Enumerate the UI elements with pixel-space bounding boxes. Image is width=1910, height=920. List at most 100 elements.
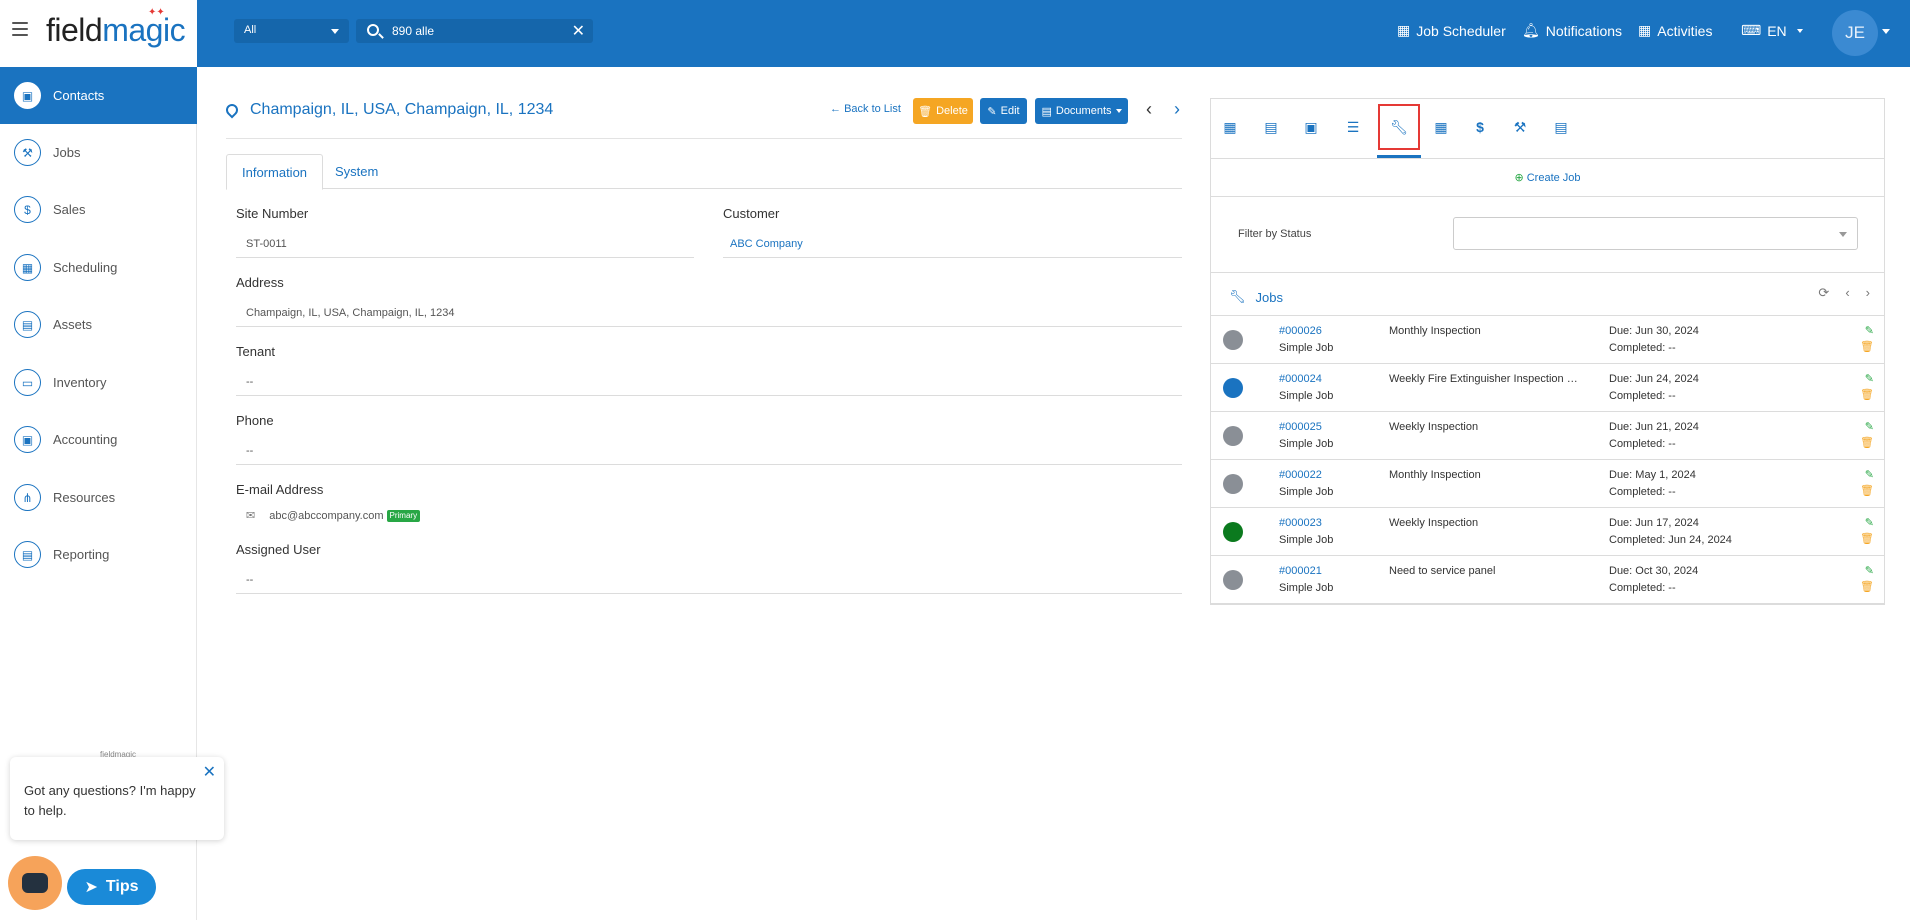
envelope-icon: ✉ [246,510,256,522]
job-number-link[interactable]: #000021 [1279,565,1322,577]
edit-pencil-icon[interactable]: ✎ [1865,468,1874,481]
tools-icon[interactable]: ⚒ [1508,119,1532,139]
wrench-icon[interactable]: 🔧︎ [1387,119,1411,139]
related-panel: ▦ ▤ ▣ ☰ 🔧︎ ▦ $ ⚒ ▤ ⊕ Create Job Filter b… [1210,98,1885,605]
trash-icon[interactable]: 🗑︎ [1860,388,1874,401]
trash-icon[interactable]: 🗑︎ [1860,340,1874,353]
job-number-link[interactable]: #000023 [1279,517,1322,529]
sidebar-item-sales[interactable]: $ Sales [0,181,197,238]
contact-card-icon[interactable]: ▣ [1299,119,1323,139]
calendar-icon: ▦ [1397,22,1411,38]
search-scope-select[interactable]: All [234,19,349,43]
chevron-left-icon[interactable]: ‹ [1845,285,1849,301]
job-due-date: Due: Jun 17, 2024 [1609,517,1699,529]
phone-value: -- [236,437,1182,465]
trash-icon[interactable]: 🗑︎ [1860,532,1874,545]
sidebar-item-reporting[interactable]: ▤ Reporting [0,526,197,583]
sidebar-item-jobs[interactable]: ⚒ Jobs [0,124,197,181]
activities-label: Activities [1657,22,1713,39]
job-type: Simple Job [1279,342,1334,354]
job-number-link[interactable]: #000026 [1279,325,1322,337]
language-label: EN [1767,22,1787,39]
edit-button[interactable]: ✎ Edit [980,98,1027,124]
job-row[interactable]: #000022 Simple Job Monthly Inspection Due: … [1211,460,1884,508]
edit-pencil-icon[interactable]: ✎ [1865,420,1874,433]
chat-launcher-button[interactable] [8,856,62,910]
language-select[interactable]: ⌨ EN [1741,22,1803,39]
tab-information[interactable]: Information [226,154,324,190]
job-completed-date: Completed: -- [1609,438,1676,450]
calendar-alt-icon[interactable]: ▦ [1429,119,1453,139]
email-value[interactable]: abc@abccompany.com [269,510,383,522]
trash-icon[interactable]: 🗑︎ [1860,484,1874,497]
previous-record-icon[interactable]: ‹ [1146,99,1152,120]
user-avatar[interactable]: JE [1832,10,1878,56]
customer-label: Customer [723,206,780,221]
list-icon[interactable]: ☰ [1341,119,1365,139]
sidebar-item-accounting[interactable]: ▣ Accounting [0,411,197,468]
edit-pencil-icon[interactable]: ✎ [1865,372,1874,385]
job-row[interactable]: #000025 Simple Job Weekly Inspection Due: J… [1211,412,1884,460]
activities-link[interactable]: ▦ Activities [1638,22,1712,39]
search-icon [367,24,379,36]
chat-prompt-bubble: ✕ Got any questions? I'm happy to help. [10,757,224,840]
back-to-list-link[interactable]: ← Back to List [830,103,901,115]
customer-link[interactable]: ABC Company [723,230,1182,258]
page-title-text: Champaign, IL, USA, Champaign, IL, 1234 [250,101,554,118]
edit-icon: ✎ [987,105,997,118]
filter-by-status-label: Filter by Status [1238,228,1312,240]
edit-pencil-icon[interactable]: ✎ [1865,516,1874,529]
sidebar-item-inventory[interactable]: ▭ Inventory [0,354,197,411]
job-due-date: Due: May 1, 2024 [1609,469,1696,481]
notifications-link[interactable]: 🔔︎ Notifications [1522,22,1622,39]
tips-button[interactable]: ➤ Tips [67,869,156,905]
sidebar-item-assets[interactable]: ▤ Assets [0,296,197,353]
trash-icon[interactable]: 🗑︎ [1860,580,1874,593]
trash-icon[interactable]: 🗑︎ [1860,436,1874,449]
next-record-icon[interactable]: › [1174,99,1180,120]
job-number-link[interactable]: #000024 [1279,373,1322,385]
clear-search-icon[interactable]: ✕ [572,21,585,41]
chevron-down-icon [1796,28,1803,33]
job-completed-date: Completed: -- [1609,390,1676,402]
dollar-icon[interactable]: $ [1468,119,1492,139]
logo-text-magic: magic [102,12,186,48]
job-description: Weekly Inspection [1389,421,1479,433]
sidebar-item-label: Inventory [53,375,107,390]
job-scheduler-link[interactable]: ▦ Job Scheduler [1397,22,1506,39]
job-row[interactable]: #000026 Simple Job Monthly Inspection Due: … [1211,316,1884,364]
edit-pencil-icon[interactable]: ✎ [1865,324,1874,337]
tab-system[interactable]: System [320,154,393,190]
assigned-user-value: -- [236,566,1182,594]
chevron-down-icon[interactable] [1882,29,1890,34]
wrench-icon: ⚒ [14,139,41,166]
chevron-right-icon[interactable]: › [1866,285,1870,301]
job-row[interactable]: #000021 Simple Job Need to service panel Du… [1211,556,1884,604]
calendar-icon: ▦ [1638,22,1652,38]
delete-button[interactable]: 🗑︎ Delete [913,98,973,124]
documents-label: Documents [1055,105,1112,117]
sidebar-item-resources[interactable]: ⋔ Resources [0,469,197,526]
refresh-icon[interactable]: ⟳ [1818,285,1829,301]
documents-button[interactable]: ▤ Documents [1035,98,1128,124]
job-number-link[interactable]: #000022 [1279,469,1322,481]
sidebar-item-scheduling[interactable]: ▦ Scheduling [0,239,197,296]
document-icon[interactable]: ▤ [1259,119,1283,139]
invoice-icon[interactable]: ▤ [1549,119,1573,139]
hamburger-menu-icon[interactable] [12,22,28,36]
sidebar-item-contacts[interactable]: ▣ Contacts [0,67,197,124]
logo-sparkle-icon: ✦✦ [148,7,165,18]
job-number-link[interactable]: #000025 [1279,421,1322,433]
calendar-icon[interactable]: ▦ [1218,119,1242,139]
job-row[interactable]: #000023 Simple Job Weekly Inspection Due: J… [1211,508,1884,556]
address-value: Champaign, IL, USA, Champaign, IL, 1234 [236,299,1182,327]
status-filter-select[interactable] [1453,217,1858,250]
edit-pencil-icon[interactable]: ✎ [1865,564,1874,577]
tips-label: Tips [105,878,139,895]
brand-area: fieldmagic ✦✦ [0,0,197,67]
global-search[interactable]: ✕ [356,19,593,43]
document-icon: ▤ [1041,105,1052,118]
job-row[interactable]: #000024 Simple Job Weekly Fire Extinguishe… [1211,364,1884,412]
search-input[interactable] [392,22,552,40]
create-job-link[interactable]: ⊕ Create Job [1211,159,1884,197]
